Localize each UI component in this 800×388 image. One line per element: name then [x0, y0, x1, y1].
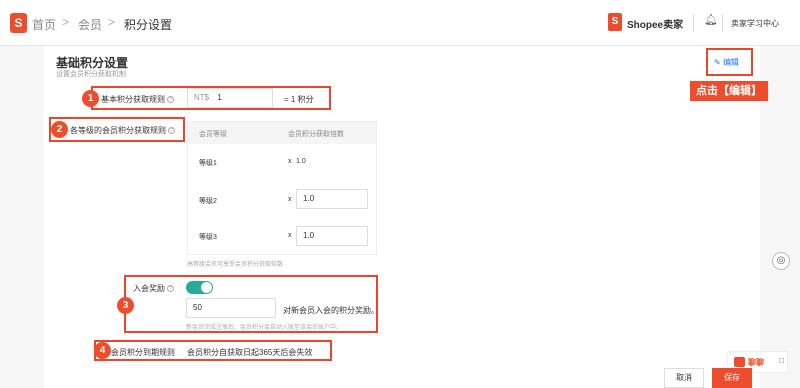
- divider: [693, 14, 694, 32]
- tier-multiplier-prefix: x: [288, 158, 292, 165]
- table-header: 会员等级 会员积分获取倍数: [188, 122, 376, 144]
- join-reward-label: 入会奖励?: [133, 283, 174, 294]
- annotation-number: 1: [82, 90, 99, 107]
- minimize-icon[interactable]: □: [779, 356, 784, 365]
- tier-multiplier-prefix: x: [288, 196, 292, 203]
- breadcrumb-current: 积分设置: [124, 18, 173, 32]
- help-icon[interactable]: ?: [167, 285, 174, 293]
- edit-button[interactable]: ✎ 编辑: [714, 57, 739, 68]
- tier-level: 等级1: [199, 160, 217, 167]
- expiry-rule-label: 会员积分到期规则: [111, 348, 175, 357]
- basic-amount-value: 1: [217, 93, 222, 102]
- bell-icon[interactable]: 🔔︎: [704, 13, 718, 26]
- join-reward-note: 新会员完成注册后，会员积分会自动入账至该会员账户中。: [186, 325, 343, 331]
- top-bar: S 首页 > 会员 > 积分设置 S Shopee卖家 🔔︎ 卖家学习中心: [0, 0, 800, 46]
- tier-table: 会员等级 会员积分获取倍数 等级1 x 1.0 等级2 x 1.0 等级3 x …: [187, 121, 377, 255]
- breadcrumb-home[interactable]: 首页: [32, 16, 56, 33]
- shopee-logo-icon[interactable]: S: [10, 13, 27, 33]
- save-button[interactable]: 保存: [712, 368, 752, 388]
- tier-level: 等级3: [199, 234, 217, 241]
- pencil-icon: ✎: [714, 58, 721, 67]
- join-points-input[interactable]: 50: [186, 298, 276, 318]
- column-header: 会员等级: [199, 131, 227, 138]
- tier-multiplier-prefix: x: [288, 232, 292, 239]
- chat-icon: [734, 357, 745, 367]
- breadcrumb-separator: >: [108, 15, 116, 29]
- headset-icon[interactable]: ◎: [772, 252, 790, 270]
- basic-rule-label: 基本积分获取规则?: [101, 94, 174, 105]
- cancel-button[interactable]: 取消: [664, 368, 704, 388]
- breadcrumb-members[interactable]: 会员: [78, 16, 102, 33]
- edit-label: 编辑: [722, 58, 739, 67]
- help-icon[interactable]: ?: [168, 127, 175, 135]
- tier-multiplier-input[interactable]: 1.0: [296, 226, 368, 246]
- tier-note: 高等级会员可享受会员积分获取倍数: [187, 262, 284, 268]
- tier-rule-label: 各等级的会员积分获取规则?: [70, 125, 175, 136]
- expiry-rule-value: 会员积分自获取日起365天后会失效: [187, 348, 313, 357]
- toggle-knob: [201, 282, 212, 293]
- seller-logo-icon: S: [608, 13, 622, 31]
- help-icon[interactable]: ?: [167, 96, 174, 104]
- click-edit-tip: 点击【编辑】: [690, 81, 768, 101]
- column-header: 会员积分获取倍数: [288, 131, 344, 138]
- tier-level: 等级2: [199, 198, 217, 205]
- breadcrumb-separator: >: [62, 15, 70, 29]
- join-reward-toggle[interactable]: [186, 281, 213, 294]
- annotation-number: 4: [94, 342, 111, 359]
- divider: [722, 14, 723, 32]
- chat-label: 聊聊: [748, 358, 764, 367]
- tier-multiplier-input[interactable]: 1.0: [296, 189, 368, 209]
- section-subtitle: 设置会员积分获取机制: [56, 71, 126, 78]
- learning-center-link[interactable]: 卖家学习中心: [731, 18, 779, 29]
- annotation-number: 2: [51, 121, 68, 138]
- join-points-suffix: 对新会员入会的积分奖励。: [283, 306, 379, 315]
- points-equivalent: = 1 积分: [284, 95, 314, 104]
- seller-name[interactable]: Shopee卖家: [627, 16, 683, 31]
- basic-amount-input[interactable]: NT$ 1: [187, 88, 273, 108]
- currency-prefix: NT$: [194, 93, 210, 102]
- tier-multiplier-value: 1.0: [296, 158, 306, 165]
- annotation-number: 3: [117, 297, 134, 314]
